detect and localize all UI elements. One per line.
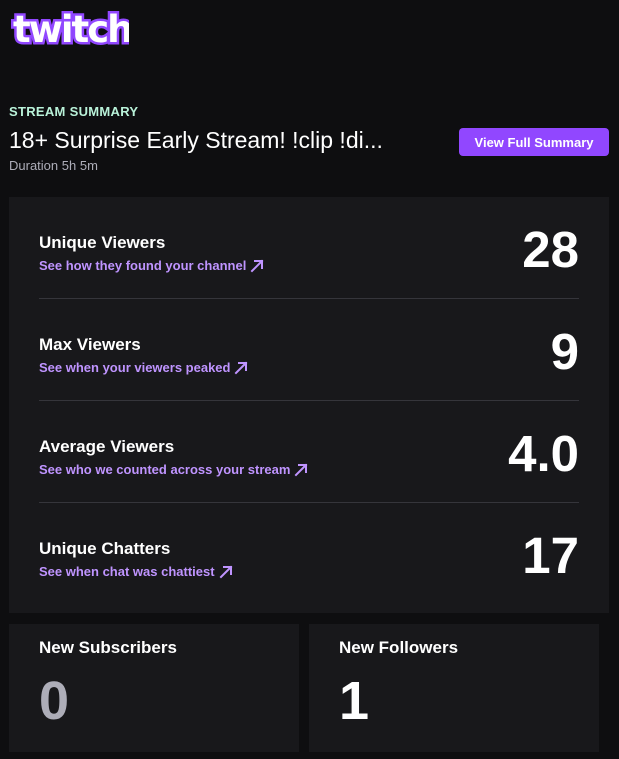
stat-row-max-viewers: Max Viewers See when your viewers peaked… (39, 299, 579, 401)
card-value: 0 (39, 671, 70, 731)
stat-value: 4.0 (508, 425, 579, 482)
arrow-up-right-icon (235, 361, 248, 375)
duration-label: Duration (9, 158, 59, 173)
stat-link-text: See when chat was chattiest (39, 564, 215, 579)
stat-link-max-viewers[interactable]: See when your viewers peaked (39, 360, 249, 375)
stream-title: 18+ Surprise Early Stream! !clip !di... (9, 127, 383, 153)
view-full-summary-button[interactable]: View Full Summary (459, 128, 609, 156)
card-label: New Subscribers (39, 638, 177, 657)
stat-row-average-viewers: Average Viewers See who we counted acros… (39, 401, 579, 503)
stats-card: Unique Viewers See how they found your c… (9, 197, 609, 613)
stat-link-unique-viewers[interactable]: See how they found your channel (39, 258, 265, 273)
stat-label: Max Viewers (39, 335, 141, 354)
new-subscribers-card: New Subscribers 0 (9, 624, 299, 752)
stat-link-text: See how they found your channel (39, 258, 247, 273)
arrow-up-right-icon (219, 565, 232, 579)
twitch-logo-graphic: twitch (11, 6, 130, 49)
arrow-up-right-icon (295, 463, 308, 477)
stat-value: 17 (522, 527, 579, 584)
stat-value: 9 (550, 323, 579, 380)
stat-value: 28 (522, 221, 579, 278)
stat-link-text: See when your viewers peaked (39, 360, 231, 375)
stream-summary-eyebrow: STREAM SUMMARY (9, 104, 139, 119)
duration-value: 5h 5m (61, 158, 98, 173)
stat-link-text: See who we counted across your stream (39, 462, 291, 477)
stat-link-unique-chatters[interactable]: See when chat was chattiest (39, 564, 234, 579)
new-followers-card: New Followers 1 (309, 624, 599, 752)
svg-text:twitch: twitch (13, 8, 129, 48)
twitch-logo[interactable]: twitch (9, 4, 130, 49)
stat-row-unique-viewers: Unique Viewers See how they found your c… (39, 197, 579, 299)
card-value: 1 (339, 671, 370, 731)
stat-label: Unique Chatters (39, 539, 171, 558)
stat-row-unique-chatters: Unique Chatters See when chat was chatti… (39, 503, 579, 605)
arrow-up-right-icon (250, 259, 264, 273)
stat-label: Average Viewers (39, 437, 175, 456)
stat-link-average-viewers[interactable]: See who we counted across your stream (39, 462, 309, 477)
stat-label: Unique Viewers (39, 233, 166, 252)
stream-duration: Duration 5h 5m (9, 158, 98, 173)
card-label: New Followers (339, 638, 459, 657)
